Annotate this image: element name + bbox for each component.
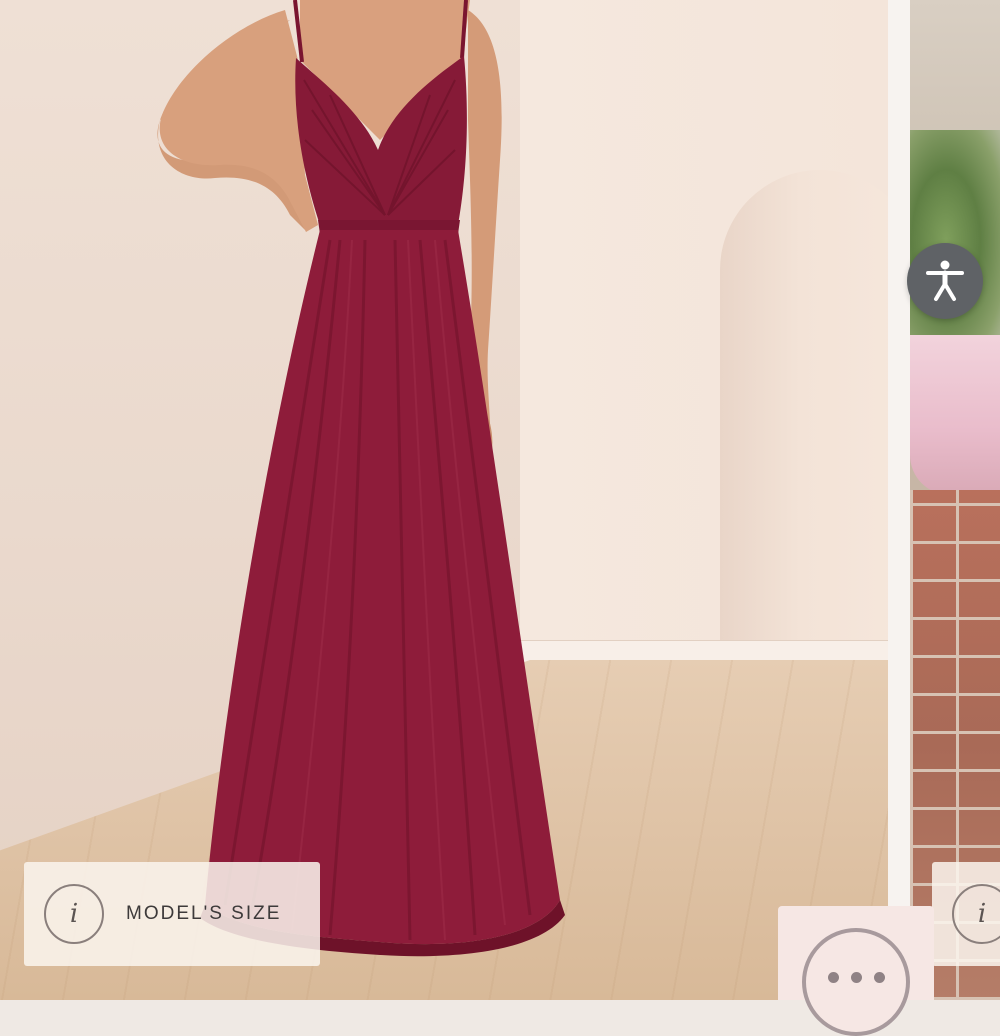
info-icon: i (952, 884, 1000, 944)
chat-ellipsis-icon (806, 972, 906, 983)
info-icon-glyph: i (69, 899, 79, 929)
product-image-gallery[interactable]: i MODEL'S SIZE i (0, 0, 1000, 1000)
models-size-label: MODEL'S SIZE (126, 903, 282, 924)
accessibility-person-icon (926, 260, 964, 301)
info-icon: i (44, 884, 104, 944)
models-size-button[interactable]: i MODEL'S SIZE (24, 862, 320, 966)
next-photo-pink-dress (910, 335, 1000, 495)
chat-dot (873, 972, 885, 983)
next-models-size-button[interactable]: i (932, 862, 1000, 966)
product-image-main[interactable]: i MODEL'S SIZE (0, 0, 888, 1000)
chat-dot (850, 972, 862, 983)
chat-button[interactable] (802, 928, 910, 1036)
info-icon-glyph: i (977, 899, 987, 929)
chat-widget (778, 906, 934, 1036)
product-image-next[interactable]: i (910, 0, 1000, 1000)
chat-dot (827, 972, 839, 983)
accessibility-button[interactable] (907, 243, 983, 319)
slide-divider (888, 0, 910, 1000)
burgundy-maxi-dress-illustration (157, 0, 565, 957)
next-photo-background (910, 0, 1000, 150)
